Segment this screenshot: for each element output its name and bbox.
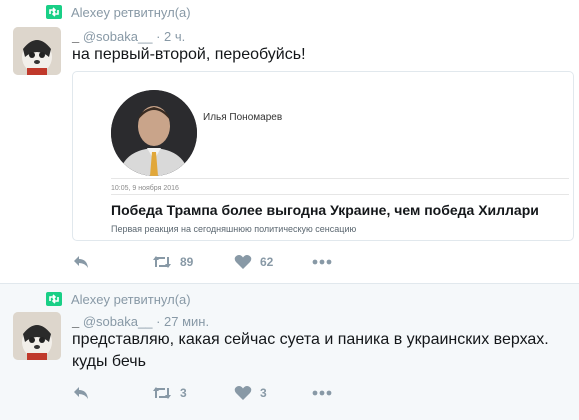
reply-icon xyxy=(74,256,88,268)
retweet-button[interactable]: 3 xyxy=(152,383,187,403)
reply-button[interactable] xyxy=(72,252,90,272)
like-button[interactable]: 62 xyxy=(234,252,273,272)
retweeter-link[interactable]: Alexey ретвитнул(а) xyxy=(71,5,191,20)
handle[interactable]: @sobaka__ xyxy=(83,29,153,44)
card-author: Илья Пономарев xyxy=(203,112,283,123)
tweet-actions: 89 62 xyxy=(72,252,372,272)
tweet-text-line: представляю, какая сейчас суета и паника… xyxy=(72,331,549,348)
retweet-count: 89 xyxy=(180,255,194,269)
card-author-photo xyxy=(111,90,197,176)
timestamp[interactable]: · 27 мин. xyxy=(156,314,209,329)
retweet-context: Alexey ретвитнул(а) xyxy=(46,291,191,307)
card-title[interactable]: Победа Трампа более выгодна Украине, чем… xyxy=(111,202,539,218)
display-name[interactable]: _ xyxy=(72,314,79,329)
tweet[interactable]: Alexey ретвитнул(а) _ @sobaka__ · 27 мин… xyxy=(0,284,579,420)
avatar[interactable] xyxy=(13,27,61,75)
handle[interactable]: @sobaka__ xyxy=(83,314,153,329)
card-divider xyxy=(111,178,569,179)
retweet-button[interactable]: 89 xyxy=(152,252,193,272)
timestamp[interactable]: · 2 ч. xyxy=(156,29,185,44)
like-count: 3 xyxy=(260,386,267,400)
heart-icon xyxy=(234,386,252,400)
tweet-text: на первый-второй, переобуйсь! xyxy=(72,46,306,63)
tweet-text: представляю, какая сейчас суета и паника… xyxy=(72,329,567,373)
retweet-icon xyxy=(153,256,171,268)
tweet-text-line: куды бечь xyxy=(72,353,146,370)
retweet-badge-icon xyxy=(46,5,62,19)
link-card[interactable]: Илья Пономарев 10:05, 9 ноября 2016 Побе… xyxy=(72,71,574,241)
tweet-header: _ @sobaka__ · 2 ч. xyxy=(72,29,185,44)
more-icon xyxy=(312,390,332,396)
card-date: 10:05, 9 ноября 2016 xyxy=(111,185,179,192)
like-count: 62 xyxy=(260,255,274,269)
card-subtitle: Первая реакция на сегодняшнюю политическ… xyxy=(111,224,357,234)
tweet-actions: 3 3 xyxy=(72,383,372,403)
card-divider xyxy=(111,194,569,195)
avatar[interactable] xyxy=(13,312,61,360)
retweet-badge-icon xyxy=(46,292,62,306)
more-icon xyxy=(312,259,332,265)
retweeter-link[interactable]: Alexey ретвитнул(а) xyxy=(71,292,191,307)
retweet-icon xyxy=(153,387,171,399)
more-button[interactable] xyxy=(312,252,332,272)
reply-button[interactable] xyxy=(72,383,90,403)
retweet-context: Alexey ретвитнул(а) xyxy=(46,4,191,20)
retweet-count: 3 xyxy=(180,386,187,400)
tweet[interactable]: Alexey ретвитнул(а) _ @sobaka__ · 2 ч. н… xyxy=(0,0,579,284)
more-button[interactable] xyxy=(312,383,332,403)
reply-icon xyxy=(74,387,88,399)
display-name[interactable]: _ xyxy=(72,29,79,44)
tweet-header: _ @sobaka__ · 27 мин. xyxy=(72,314,209,329)
like-button[interactable]: 3 xyxy=(234,383,267,403)
heart-icon xyxy=(234,255,252,269)
